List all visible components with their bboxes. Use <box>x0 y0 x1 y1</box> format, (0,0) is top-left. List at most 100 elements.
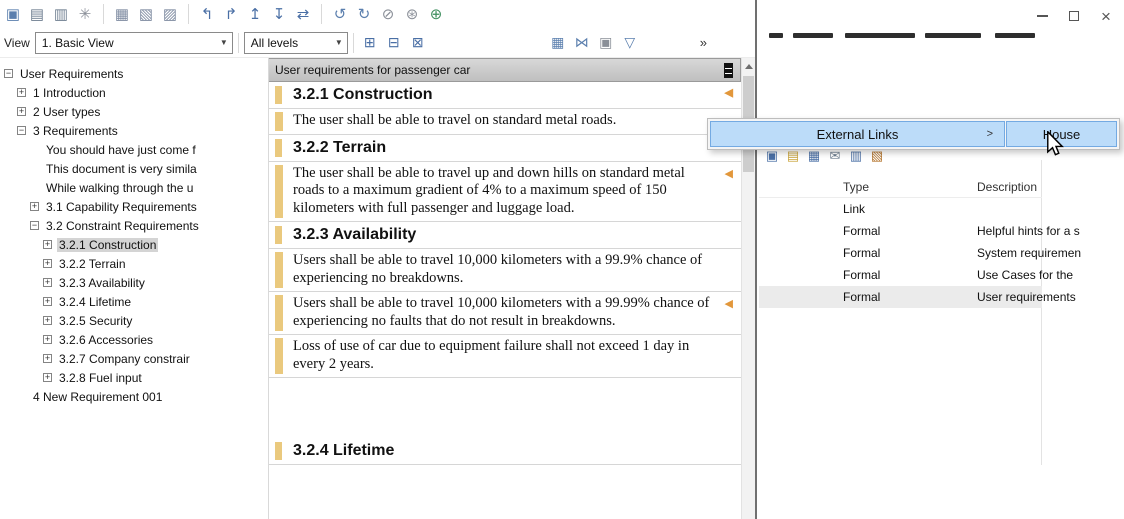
tree-expander[interactable]: + <box>30 202 39 211</box>
tree-item[interactable]: +2 User types <box>0 102 268 121</box>
tree-item[interactable]: While walking through the u <box>0 178 268 197</box>
tree-item[interactable]: +3.1 Capability Requirements <box>0 197 268 216</box>
tree-item[interactable]: +3.2.3 Availability <box>0 273 268 292</box>
tree-expander[interactable]: − <box>4 69 13 78</box>
move-object-down-icon[interactable]: ↧ <box>268 3 290 25</box>
tree-expander[interactable]: + <box>43 278 52 287</box>
insert-table-icon[interactable]: ⊟ <box>383 32 405 54</box>
demote-object-icon[interactable]: ↱ <box>220 3 242 25</box>
main-column-title: User requirements for passenger car <box>275 63 470 77</box>
links-table-row[interactable]: FormalSystem requiremen <box>759 242 1042 264</box>
links-table-row[interactable]: FormalUse Cases for the <box>759 264 1042 286</box>
tree-expander[interactable]: + <box>43 335 52 344</box>
tree-item-label: 3.1 Capability Requirements <box>44 200 199 214</box>
doc-row-body[interactable]: Loss of use of car due to equipment fail… <box>269 335 741 378</box>
tree-item[interactable]: −User Requirements <box>0 64 268 83</box>
obscured-text-bar <box>769 33 783 38</box>
scroll-up-button[interactable] <box>742 58 755 75</box>
pane-split-icon[interactable] <box>724 63 733 78</box>
follow-link-icon[interactable]: ↻ <box>353 3 375 25</box>
links-table-row[interactable]: FormalHelpful hints for a s <box>759 220 1042 242</box>
links-table-row[interactable]: Link <box>759 198 1042 220</box>
tree-item[interactable]: You should have just come f <box>0 140 268 159</box>
move-object-up-icon[interactable]: ↥ <box>244 3 266 25</box>
links-table-header[interactable]: Type Description <box>759 176 1042 198</box>
doc-row-text: Users shall be able to travel 10,000 kil… <box>293 295 709 329</box>
main-column-header[interactable]: User requirements for passenger car <box>269 58 741 82</box>
tree-expander[interactable]: − <box>30 221 39 230</box>
save-icon[interactable]: ▣ <box>2 3 24 25</box>
obscured-text-bar <box>793 33 833 38</box>
tree-expander[interactable]: + <box>43 354 52 363</box>
minimize-button[interactable] <box>1026 4 1058 28</box>
module-properties-icon[interactable]: ✳ <box>74 3 96 25</box>
type-column-header[interactable]: Type <box>843 180 869 194</box>
module-explorer-tree: −User Requirements+1 Introduction+2 User… <box>0 58 269 519</box>
traceability-icon[interactable]: ⋈ <box>571 32 593 54</box>
requirement-color-bar <box>275 442 282 460</box>
doc-row-heading[interactable]: 3.2.4 Lifetime <box>269 438 741 465</box>
doc-row-text: The user shall be able to travel on stan… <box>293 112 616 128</box>
tree-item[interactable]: +3.2.8 Fuel input <box>0 368 268 387</box>
tree-item[interactable]: −3 Requirements <box>0 121 268 140</box>
menu-item-external-links[interactable]: External Links > <box>710 121 1005 147</box>
chevron-down-icon[interactable]: ▼ <box>331 33 347 53</box>
link-type-cell: Formal <box>843 268 880 282</box>
tree-item[interactable]: +3.2.1 Construction <box>0 235 268 254</box>
print-icon[interactable]: ▤ <box>26 3 48 25</box>
doc-row-body[interactable]: The user shall be able to travel on stan… <box>269 109 741 135</box>
close-button[interactable]: × <box>1090 4 1122 28</box>
doc-row-heading[interactable]: 3.2.2 Terrain <box>269 135 741 162</box>
tree-item[interactable]: +3.2.7 Company constrair <box>0 349 268 368</box>
description-column-header[interactable]: Description <box>977 180 1037 194</box>
swap-objects-icon[interactable]: ⇄ <box>292 3 314 25</box>
requirement-color-bar <box>275 226 282 244</box>
tree-expander[interactable]: + <box>43 297 52 306</box>
tree-item[interactable]: +3.2.6 Accessories <box>0 330 268 349</box>
tree-item[interactable]: +1 Introduction <box>0 83 268 102</box>
doc-row-body[interactable]: Users shall be able to travel 10,000 kil… <box>269 249 741 292</box>
new-object-icon[interactable]: ⊞ <box>359 32 381 54</box>
tree-item-label: User Requirements <box>18 67 125 81</box>
remove-link-icon[interactable]: ⊘ <box>377 3 399 25</box>
tree-expander[interactable]: + <box>43 259 52 268</box>
open-module-icon[interactable]: ▦ <box>111 3 133 25</box>
doc-row-body[interactable]: The user shall be able to travel up and … <box>269 162 741 223</box>
edit-mode-icon[interactable]: ▧ <box>135 3 157 25</box>
edit-columns-icon[interactable]: ▦ <box>547 32 569 54</box>
insert-picture-icon[interactable]: ▣ <box>595 32 617 54</box>
tree-expander[interactable]: + <box>43 373 52 382</box>
tree-item[interactable]: +3.2.5 Security <box>0 311 268 330</box>
tree-item[interactable]: +3.2.4 Lifetime <box>0 292 268 311</box>
link-analysis-icon[interactable]: ⊛ <box>401 3 423 25</box>
doc-row-heading[interactable]: 3.2.1 Construction◀ <box>269 82 741 109</box>
doc-row-heading[interactable]: 3.2.3 Availability <box>269 222 741 249</box>
tree-item[interactable]: +3.2.2 Terrain <box>0 254 268 273</box>
delete-object-icon[interactable]: ⊠ <box>407 32 429 54</box>
tree-expander[interactable]: + <box>43 316 52 325</box>
tree-expander[interactable]: + <box>43 240 52 249</box>
tree-item[interactable]: This document is very simila <box>0 159 268 178</box>
tree-expander[interactable]: − <box>17 126 26 135</box>
obscured-text-bar <box>925 33 981 38</box>
view-combobox[interactable]: 1. Basic View ▼ <box>35 32 233 54</box>
promote-object-icon[interactable]: ↰ <box>196 3 218 25</box>
maximize-button[interactable] <box>1058 4 1090 28</box>
links-table-row[interactable]: FormalUser requirements <box>759 286 1042 308</box>
tree-item[interactable]: 4 New Requirement 001 <box>0 387 268 406</box>
tree-expander[interactable]: + <box>17 107 26 116</box>
make-link-icon[interactable]: ↺ <box>329 3 351 25</box>
chevron-down-icon[interactable]: ▼ <box>216 33 232 53</box>
requirement-color-bar <box>275 252 283 288</box>
toolbar-overflow-chevron[interactable]: » <box>700 35 707 50</box>
close-module-icon[interactable]: ▨ <box>159 3 181 25</box>
tree-expander[interactable]: + <box>17 88 26 97</box>
tree-item-label: You should have just come f <box>44 143 198 157</box>
levels-combobox[interactable]: All levels ▼ <box>244 32 348 54</box>
tree-item[interactable]: −3.2 Constraint Requirements <box>0 216 268 235</box>
print-preview-icon[interactable]: ▥ <box>50 3 72 25</box>
filter-icon[interactable]: ▽ <box>619 32 641 54</box>
tree-item-label: 3.2.4 Lifetime <box>57 295 133 309</box>
web-publish-icon[interactable]: ⊕ <box>425 3 447 25</box>
doc-row-body[interactable]: Users shall be able to travel 10,000 kil… <box>269 292 741 335</box>
